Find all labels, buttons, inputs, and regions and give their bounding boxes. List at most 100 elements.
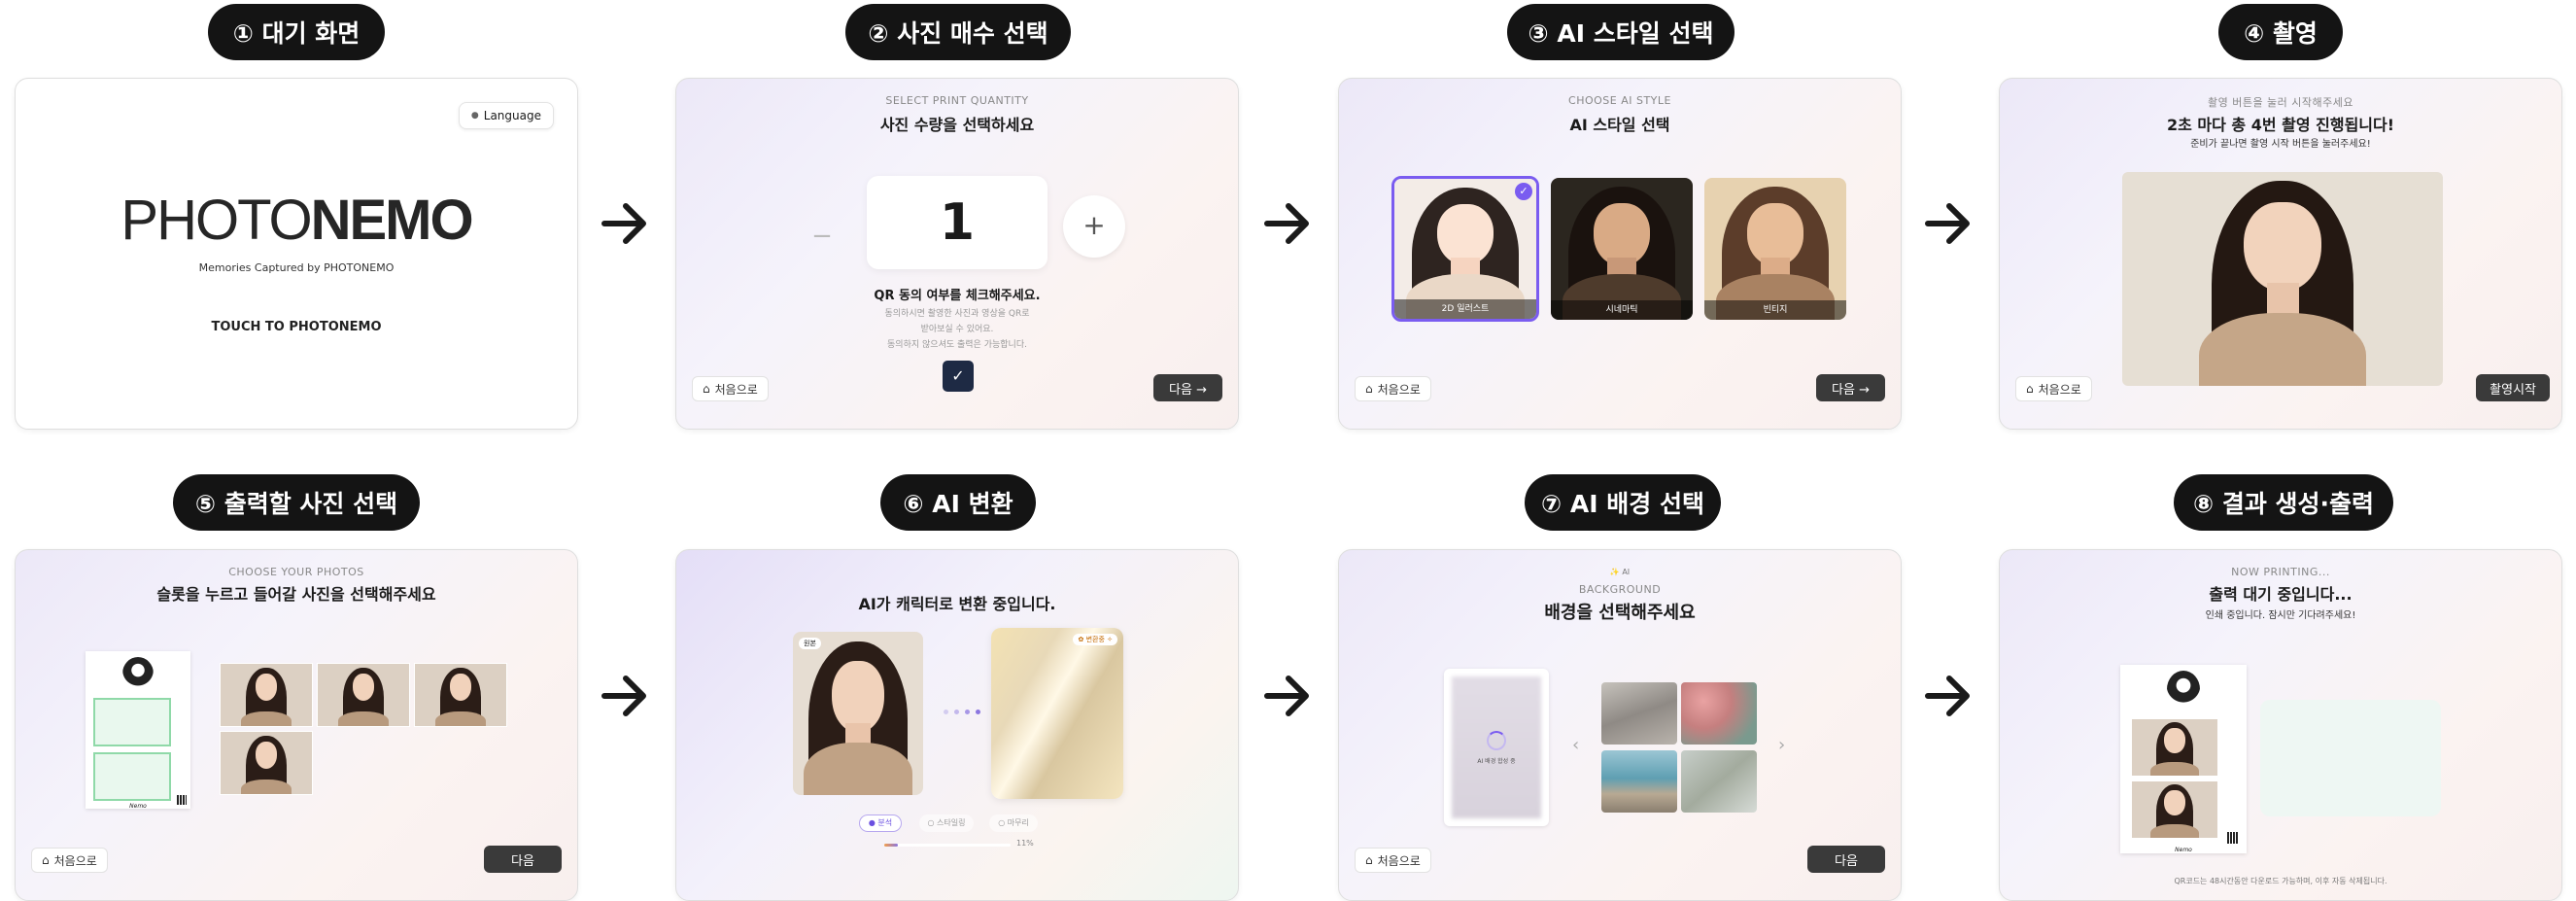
home-label: 처음으로 <box>1377 853 1421 868</box>
background-preview: AI 배경 합성 중 <box>1444 669 1549 826</box>
character-logo-icon <box>122 657 154 690</box>
home-icon: ⌂ <box>2026 382 2034 396</box>
screen-result-print: NOW PRINTING... 출력 대기 중입니다... 인쇄 중입니다. 잠… <box>1999 549 2562 901</box>
background-option[interactable] <box>1601 750 1677 813</box>
home-button[interactable]: ⌂ 처음으로 <box>1355 376 1431 401</box>
screen-subtitle: NOW PRINTING... <box>2231 566 2330 578</box>
home-label: 처음으로 <box>53 853 97 868</box>
converting-badge: ✿ 변환중 ✧ <box>1073 634 1117 645</box>
home-button[interactable]: ⌂ 처음으로 <box>2015 376 2092 401</box>
screen-description: 준비가 끝나면 촬영 시작 버튼을 눌러주세요! <box>2190 139 2371 150</box>
step-analysis: ● 분석 <box>859 814 902 832</box>
screen-title: 사진 수량을 선택하세요 <box>879 116 1035 134</box>
qr-consent-line-1: 동의하시면 촬영한 사진과 영상을 QR로 <box>884 309 1030 319</box>
screen-subtitle: CHOOSE YOUR PHOTOS <box>228 566 364 578</box>
step-2-pill: ② 사진 매수 선택 <box>845 4 1071 60</box>
photo-slot[interactable] <box>93 752 171 801</box>
preview-label: AI 배경 합성 중 <box>1477 758 1516 765</box>
next-arrow-icon[interactable]: › <box>1778 735 1785 755</box>
language-button[interactable]: ● Language <box>458 102 554 129</box>
style-label: 2D 일러스트 <box>1394 299 1536 319</box>
minus-button[interactable]: − <box>793 207 851 265</box>
progress-dots <box>937 710 987 717</box>
next-button[interactable]: 다음 → <box>1816 374 1885 401</box>
home-button[interactable]: ⌂ 처음으로 <box>1355 848 1431 873</box>
step-finish: ○ 마무리 <box>989 814 1038 832</box>
step-6-pill: ⑥ AI 변환 <box>880 474 1036 531</box>
photo-frame: Nemo <box>86 651 190 810</box>
arrow-right-icon <box>1264 203 1309 244</box>
screen-description: 인쇄 중입니다. 잠시만 기다려주세요! <box>2205 610 2356 621</box>
qr-consent-line-2: 받아보실 수 있어요. <box>920 325 994 334</box>
next-button[interactable]: 다음 <box>484 846 562 873</box>
printed-photo <box>2132 719 2217 776</box>
qr-consent-checkbox[interactable]: ✓ <box>943 361 974 392</box>
background-option[interactable] <box>1601 682 1677 745</box>
qr-consent-line-3: 동의하지 않으셔도 출력은 가능합니다. <box>887 340 1027 350</box>
progress-text: 11% <box>1016 839 1034 848</box>
home-icon: ⌂ <box>42 853 50 867</box>
step-styling: ○ 스타일링 <box>919 814 974 832</box>
background-option[interactable] <box>1681 682 1757 745</box>
progress-bar <box>884 844 1011 847</box>
character-logo-icon <box>2167 671 2200 708</box>
logo-light: PHOTO <box>120 189 312 252</box>
screen-subtitle: BACKGROUND <box>1578 583 1662 596</box>
screen-title: AI가 캐릭터로 변환 중입니다. <box>858 595 1056 613</box>
step-5-pill: ⑤ 출력할 사진 선택 <box>173 474 420 531</box>
screen-subtitle: CHOOSE AI STYLE <box>1568 94 1671 107</box>
screen-ai-style: CHOOSE AI STYLE AI 스타일 선택 ✓ 2D 일러스트 시네마틱… <box>1338 78 1902 430</box>
plus-button[interactable]: + <box>1063 195 1125 258</box>
photo-thumbnail[interactable] <box>220 663 313 727</box>
touch-to-start[interactable]: TOUCH TO PHOTONEMO <box>16 320 577 334</box>
original-badge: 원본 <box>799 638 821 649</box>
printed-frame: Nemo <box>2120 665 2247 853</box>
step-8-pill: ⑧ 결과 생성·출력 <box>2174 474 2393 531</box>
next-button[interactable]: 다음 <box>1807 846 1885 873</box>
screen-subtitle: SELECT PRINT QUANTITY <box>885 94 1029 107</box>
next-button[interactable]: 다음 → <box>1153 374 1222 401</box>
style-label: 시네마틱 <box>1551 300 1693 320</box>
step-3-pill: ③ AI 스타일 선택 <box>1507 4 1735 60</box>
photo-thumbnail[interactable] <box>414 663 507 727</box>
qr-consent-title: QR 동의 여부를 체크해주세요. <box>874 289 1041 303</box>
screen-standby[interactable]: ● Language PHOTONEMO Memories Captured b… <box>15 78 578 430</box>
language-label: Language <box>483 109 541 122</box>
screen-photo-select: CHOOSE YOUR PHOTOS 슬롯을 누르고 들어갈 사진을 선택해주세… <box>15 549 578 901</box>
frame-caption: Nemo <box>129 803 147 810</box>
step-1-pill: ① 대기 화면 <box>208 4 385 60</box>
style-option-2d[interactable]: ✓ 2D 일러스트 <box>1391 176 1539 322</box>
home-icon: ⌂ <box>703 382 710 396</box>
style-label: 빈티지 <box>1704 300 1846 320</box>
screen-ai-conversion: AI가 캐릭터로 변환 중입니다. 원본 ✿ 변환중 ✧ ● 분석 ○ 스타일링… <box>675 549 1239 901</box>
style-option-vintage[interactable]: 빈티지 <box>1704 178 1846 320</box>
photo-thumbnail[interactable] <box>317 663 410 727</box>
step-4-pill: ④ 촬영 <box>2218 4 2343 60</box>
photo-slot[interactable] <box>93 698 171 746</box>
qr-code-icon <box>2227 832 2239 844</box>
prev-arrow-icon[interactable]: ‹ <box>1572 735 1579 755</box>
screen-title: AI 스타일 선택 <box>1569 116 1670 134</box>
qr-code-placeholder <box>2260 700 2441 816</box>
style-option-cinematic[interactable]: 시네마틱 <box>1551 178 1693 320</box>
original-photo: 원본 <box>793 632 923 795</box>
home-button[interactable]: ⌂ 처음으로 <box>31 848 108 873</box>
screen-title: 슬롯을 누르고 들어갈 사진을 선택해주세요 <box>156 585 436 604</box>
arrow-right-icon <box>601 676 646 716</box>
progress-fill <box>884 844 899 847</box>
screen-ai-background: ✨ AI BACKGROUND 배경을 선택해주세요 AI 배경 합성 중 ‹ … <box>1338 549 1902 901</box>
home-label: 처음으로 <box>2038 382 2081 397</box>
arrow-right-icon <box>601 203 646 244</box>
photo-thumbnail[interactable] <box>220 731 313 795</box>
background-option[interactable] <box>1681 750 1757 813</box>
step-7-pill: ⑦ AI 배경 선택 <box>1525 474 1721 531</box>
home-button[interactable]: ⌂ 처음으로 <box>692 376 769 401</box>
printed-photo <box>2132 781 2217 838</box>
camera-preview <box>2122 172 2443 386</box>
check-icon: ✓ <box>1515 183 1532 200</box>
start-shooting-button[interactable]: 촬영시작 <box>2476 374 2550 401</box>
ai-tag: ✨ AI <box>1609 568 1631 576</box>
arrow-right-icon <box>1925 203 1970 244</box>
arrow-right-icon <box>1264 676 1309 716</box>
converting-preview: ✿ 변환중 ✧ <box>991 628 1123 799</box>
